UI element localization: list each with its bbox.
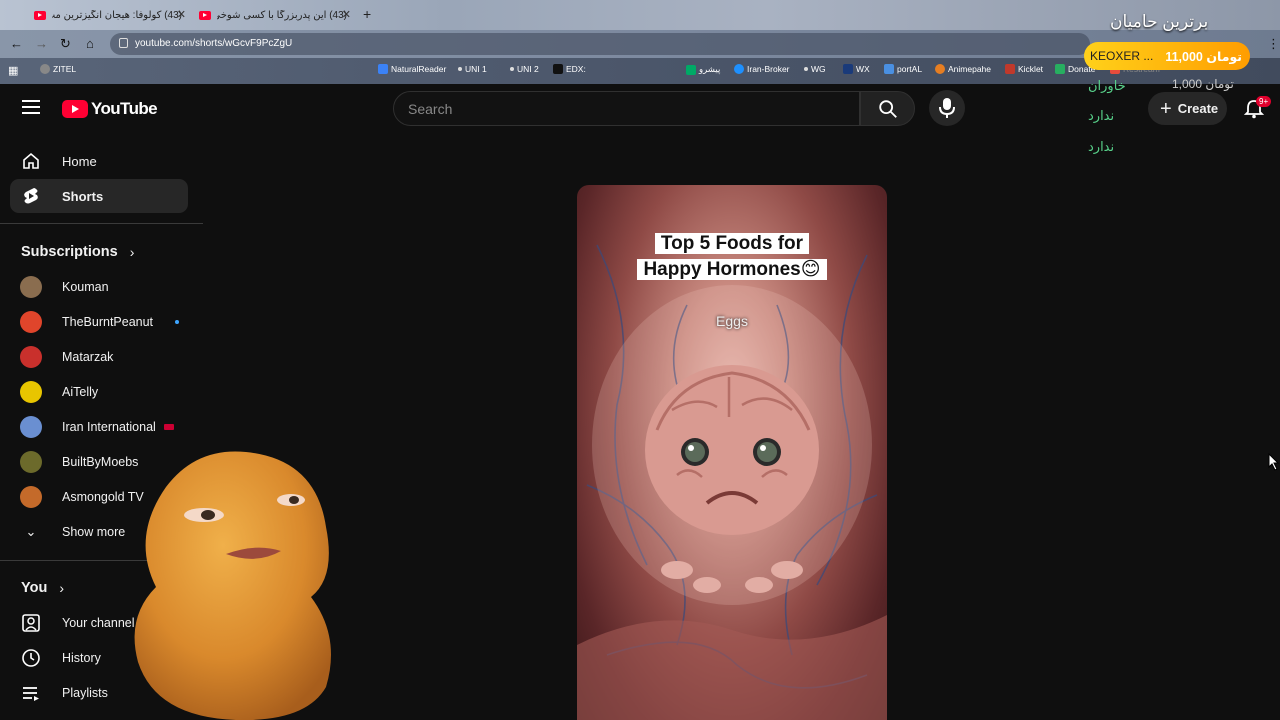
bookmark-item[interactable]: ZITEL xyxy=(40,64,76,74)
youtube-favicon-icon xyxy=(34,10,46,20)
search-input[interactable] xyxy=(408,101,828,117)
bookmark-item[interactable]: Animepahe xyxy=(935,64,991,74)
search-button[interactable] xyxy=(860,91,915,126)
hamburger-menu-icon[interactable] xyxy=(22,100,40,114)
screen: (43) کولوفا: هیجان انگیزترین مت ✕ (43) ا… xyxy=(0,0,1280,720)
browser-tab[interactable]: (43) کولوفا: هیجان انگیزترین مت ✕ xyxy=(30,4,190,26)
home-browser-icon[interactable]: ⌂ xyxy=(86,36,94,51)
search-icon xyxy=(879,100,897,118)
bookmark-item[interactable]: Kicklet xyxy=(1005,64,1043,74)
bookmark-item[interactable]: UNI 2 xyxy=(510,64,539,74)
youtube-logo-text: YouTube xyxy=(91,99,158,118)
history-icon xyxy=(22,649,40,667)
browser-menu-icon[interactable]: ⋮ xyxy=(1267,36,1280,52)
overlay-supporter-row: خاوران xyxy=(1088,78,1126,93)
donor-amount: 11,000 تومان xyxy=(1165,49,1242,64)
shorts-icon xyxy=(24,188,38,204)
chevron-right-icon: › xyxy=(59,580,64,596)
notification-count-badge: 9+ xyxy=(1256,96,1272,107)
chevron-down-icon: ⌄ xyxy=(25,524,37,539)
sidebar-item-label: Shorts xyxy=(62,188,104,204)
browser-tab-bar: (43) کولوفا: هیجان انگیزترین مت ✕ (43) ا… xyxy=(0,0,1280,30)
donor-name: KEOXER ... xyxy=(1090,49,1154,63)
overlay-top-supporters-title: برترین حامیان xyxy=(1110,12,1209,31)
microphone-icon xyxy=(939,98,955,118)
bookmark-item[interactable]: WG xyxy=(804,64,826,74)
browser-tab[interactable]: (43) این پدربزرگا با کسی شوخی ن ✕ xyxy=(195,4,355,26)
overlay-top-donor-badge: KEOXER ... 11,000 تومان xyxy=(1084,42,1250,70)
avatar xyxy=(20,311,42,333)
tab-title: (43) این پدربزرگا با کسی شوخی ن xyxy=(217,9,347,21)
search-box xyxy=(393,91,860,126)
sidebar-item-playlists[interactable]: Playlists xyxy=(20,681,108,705)
back-arrow-icon[interactable]: ← xyxy=(10,36,23,51)
subscription-item[interactable]: Iran International xyxy=(20,415,174,439)
voice-search-button[interactable] xyxy=(929,90,965,126)
account-icon xyxy=(22,614,40,632)
close-tab-icon[interactable]: ✕ xyxy=(342,8,351,21)
avatar xyxy=(20,276,42,298)
subscription-item[interactable]: TheBurntPeanut xyxy=(20,310,180,334)
short-title-overlay: Top 5 Foods for Happy Hormones😊 xyxy=(634,231,830,283)
sidebar-item-shorts[interactable]: Shorts xyxy=(10,179,188,213)
youtube-logo[interactable]: YouTube xyxy=(62,99,158,119)
mouse-cursor-icon xyxy=(1268,453,1280,471)
chevron-right-icon: › xyxy=(129,244,135,260)
avatar xyxy=(20,346,42,368)
forward-arrow-icon[interactable]: → xyxy=(35,36,48,51)
bookmark-item[interactable]: UNI 1 xyxy=(458,64,487,74)
avatar xyxy=(20,486,42,508)
overlay-supporter-row: ندارد xyxy=(1088,139,1115,154)
avatar xyxy=(20,416,42,438)
subscription-item[interactable]: BuiltByMoebs xyxy=(20,450,138,474)
sidebar-divider xyxy=(0,223,203,224)
short-title-line: Top 5 Foods for xyxy=(654,233,810,254)
youtube-logo-icon xyxy=(62,100,88,118)
bookmark-item[interactable]: پیشرو xyxy=(686,64,720,75)
reload-icon[interactable]: ↻ xyxy=(60,36,71,52)
avatar xyxy=(20,451,42,473)
sidebar-item-home[interactable]: Home xyxy=(10,144,188,178)
short-title-line: Happy Hormones😊 xyxy=(637,259,827,280)
home-icon xyxy=(23,152,39,169)
site-info-icon[interactable] xyxy=(119,38,128,48)
show-more-button[interactable]: ⌄ Show more xyxy=(20,520,126,544)
sidebar-item-your-channel[interactable]: Your channel xyxy=(20,611,135,635)
avatar xyxy=(20,381,42,403)
subscription-item[interactable]: Kouman xyxy=(20,275,109,299)
streamer-nugget-avatar xyxy=(134,451,331,720)
sidebar-item-label: Home xyxy=(62,153,97,169)
subscription-item[interactable]: AiTelly xyxy=(20,380,98,404)
sidebar-item-history[interactable]: History xyxy=(20,646,101,670)
close-tab-icon[interactable]: ✕ xyxy=(177,8,186,21)
subscriptions-heading[interactable]: Subscriptions › xyxy=(21,244,134,260)
url-bar[interactable]: youtube.com/shorts/wGcvF9PcZgU xyxy=(110,33,1090,55)
tab-title: (43) کولوفا: هیجان انگیزترین مت xyxy=(52,9,182,21)
new-tab-button[interactable]: + xyxy=(363,6,371,22)
bookmark-item[interactable]: EDX: xyxy=(553,64,586,74)
live-indicator-icon xyxy=(163,424,174,430)
youtube-favicon-icon xyxy=(199,10,211,20)
bookmark-item[interactable]: WX xyxy=(843,64,870,74)
overlay-supporter-row: ندارد xyxy=(1088,108,1115,123)
subscription-item[interactable]: Matarzak xyxy=(20,345,113,369)
playlists-icon xyxy=(23,687,39,701)
url-text: youtube.com/shorts/wGcvF9PcZgU xyxy=(135,38,293,49)
bookmark-item[interactable]: NaturalReader xyxy=(378,64,446,74)
short-video-player[interactable]: Top 5 Foods for Happy Hormones😊 Eggs xyxy=(577,185,887,720)
bookmark-item[interactable]: portAL xyxy=(884,64,922,74)
short-caption: Eggs xyxy=(716,313,748,329)
apps-grid-icon[interactable]: ▦ xyxy=(8,64,18,77)
new-content-dot xyxy=(175,320,180,324)
bookmark-item[interactable]: Iran-Broker xyxy=(734,64,790,74)
you-heading[interactable]: You › xyxy=(21,580,64,596)
